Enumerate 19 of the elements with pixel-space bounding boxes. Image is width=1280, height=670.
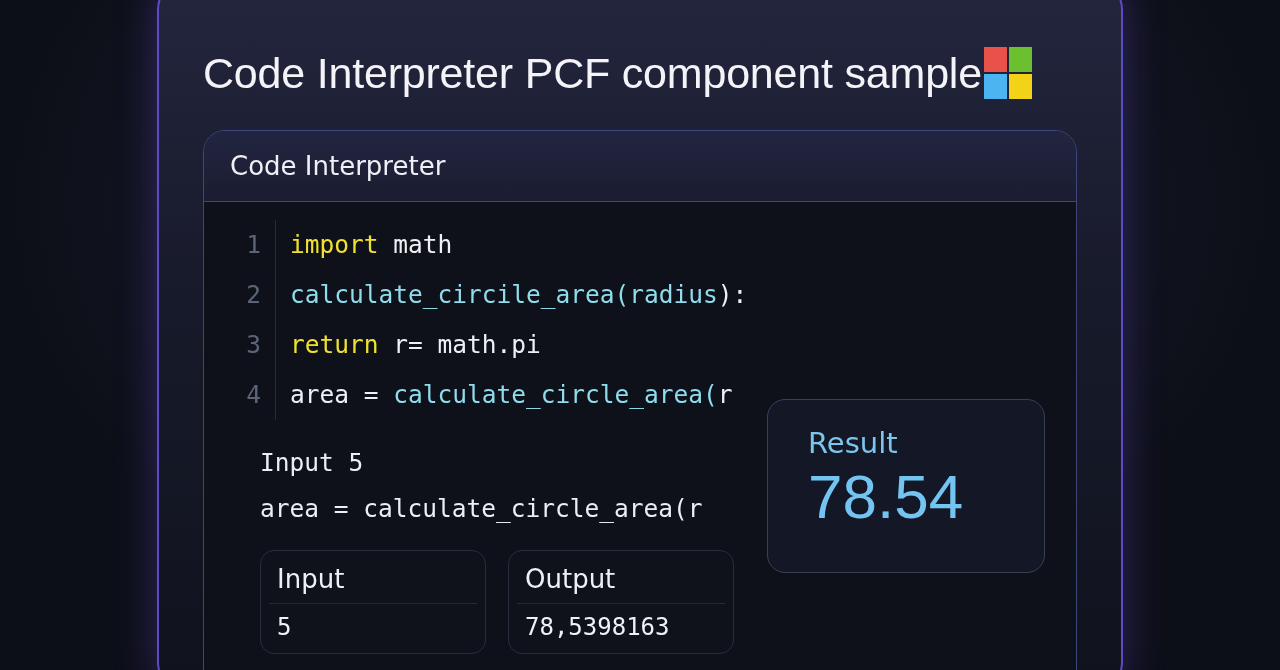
line-number: 3 xyxy=(246,329,261,361)
code-line: return r= math.pi xyxy=(290,329,542,361)
code-line: import math xyxy=(290,229,454,261)
code-line: calculate_circile_area(radius): xyxy=(290,279,748,311)
result-value: 78.54 xyxy=(808,461,964,533)
line-number: 1 xyxy=(246,229,261,261)
line-number: 4 xyxy=(246,379,261,411)
table-header: Input xyxy=(269,551,477,604)
table-header: Output xyxy=(517,551,725,604)
result-label: Result xyxy=(808,426,898,460)
panel-title: Code Interpreter xyxy=(230,151,446,181)
table-cell-text: 5 xyxy=(276,612,293,643)
output-line: area = calculate_circle_area(r xyxy=(260,494,703,523)
output-line: Input 5 xyxy=(260,448,364,477)
code-line: area = calculate_circle_area(r xyxy=(290,379,734,411)
line-number: 2 xyxy=(246,279,261,311)
page-title: Code Interpreter PCF component sample xyxy=(203,48,982,98)
windows-logo-icon xyxy=(983,47,1032,99)
table-cell-text: 78,5398163 xyxy=(524,612,671,643)
